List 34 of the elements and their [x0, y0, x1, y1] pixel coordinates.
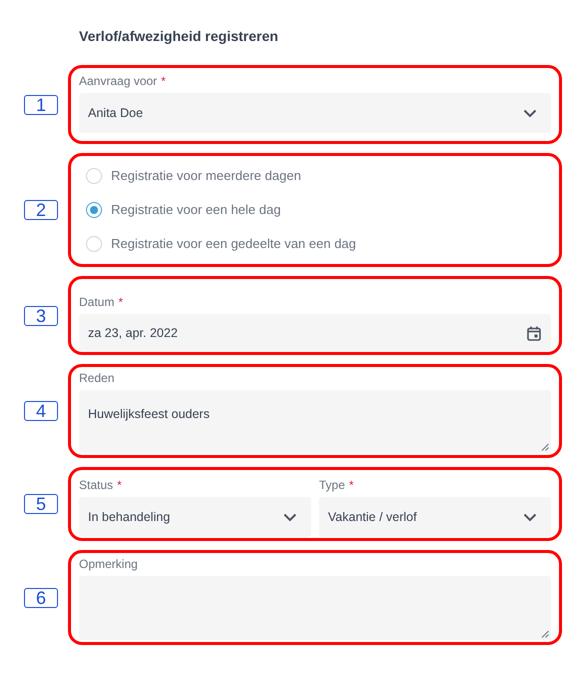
resize-handle-icon[interactable] [541, 630, 549, 638]
radio-button[interactable] [86, 202, 102, 218]
radio-option[interactable]: Registratie voor een gedeelte van een dag [86, 227, 551, 261]
resize-handle-icon[interactable] [541, 443, 549, 451]
select-field[interactable]: In behandeling [79, 497, 311, 537]
chevron-down-icon [283, 512, 297, 522]
required-asterisk: * [117, 478, 122, 492]
required-asterisk: * [349, 478, 354, 492]
text-area[interactable]: Huwelijksfeest ouders [79, 390, 551, 453]
step-number: 3 [24, 306, 58, 326]
calendar-icon [527, 326, 541, 340]
step-number: 5 [24, 494, 58, 514]
page-title: Verlof/afwezigheid registreren [79, 27, 280, 46]
field-label: Datum [79, 295, 114, 309]
chevron-down-icon [523, 512, 537, 522]
radio-option[interactable]: Registratie voor meerdere dagen [86, 159, 551, 193]
chevron-down-icon [523, 108, 537, 118]
step-number: 1 [24, 94, 58, 114]
step-number: 6 [24, 588, 58, 608]
step-number: 2 [24, 200, 58, 220]
required-asterisk: * [118, 295, 124, 309]
date-field[interactable]: za 23, apr. 2022 [79, 314, 551, 352]
radio-button[interactable] [86, 236, 102, 252]
field-label: Aanvraag voor [79, 74, 158, 88]
field-label: Opmerking [79, 557, 139, 571]
step-number: 4 [24, 401, 58, 421]
required-asterisk: * [161, 74, 166, 88]
field-label: Reden [79, 371, 116, 385]
select-field[interactable]: Anita Doe [79, 93, 551, 133]
radio-option[interactable]: Registratie voor een hele dag [86, 193, 551, 227]
field-label: Type [319, 478, 346, 492]
field-label: Status [79, 478, 114, 492]
select-field[interactable]: Vakantie / verlof [319, 497, 551, 537]
radio-button[interactable] [86, 168, 102, 184]
